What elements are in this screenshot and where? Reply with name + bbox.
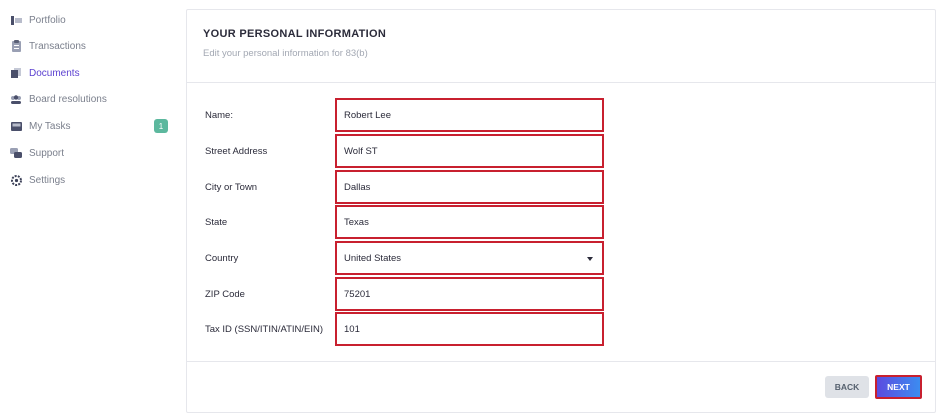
sidebar-item-transactions[interactable]: Transactions	[10, 36, 170, 56]
form-row-name: Name:	[187, 98, 935, 132]
zip-input[interactable]	[335, 277, 604, 311]
form-row-taxid: Tax ID (SSN/ITIN/ATIN/EIN)	[187, 312, 935, 346]
state-input[interactable]	[335, 205, 604, 239]
sidebar: Portfolio Transactions Documents Board r…	[0, 0, 180, 420]
sidebar-item-label: Support	[29, 147, 65, 159]
sidebar-item-board-resolutions[interactable]: Board resolutions	[10, 89, 170, 109]
sidebar-item-label: Board resolutions	[29, 93, 107, 105]
state-label: State	[205, 217, 228, 228]
personal-info-card: YOUR PERSONAL INFORMATION Edit your pers…	[186, 9, 936, 413]
country-selected-value: United States	[344, 252, 402, 264]
sidebar-item-label: Transactions	[29, 40, 86, 52]
city-label: City or Town	[205, 182, 258, 193]
next-button[interactable]: NEXT	[875, 375, 922, 399]
clipboard-icon	[10, 40, 22, 52]
form-row-city: City or Town	[187, 170, 935, 204]
document-icon	[10, 67, 22, 79]
sidebar-item-settings[interactable]: Settings	[10, 170, 170, 190]
sidebar-item-label: Portfolio	[29, 14, 66, 26]
city-input[interactable]	[335, 170, 604, 204]
zip-label: ZIP Code	[205, 289, 245, 300]
inbox-icon	[10, 120, 22, 132]
task-count-badge: 1	[154, 119, 168, 133]
card-subtitle: Edit your personal information for 83(b)	[203, 48, 368, 59]
people-icon	[10, 93, 22, 105]
sidebar-item-label: My Tasks	[29, 120, 71, 132]
card-title: YOUR PERSONAL INFORMATION	[203, 28, 387, 40]
sidebar-item-label: Settings	[29, 174, 66, 186]
portfolio-icon	[10, 14, 22, 26]
card-header: YOUR PERSONAL INFORMATION Edit your pers…	[187, 10, 935, 83]
footer-divider	[187, 361, 935, 362]
form-row-country: Country United States	[187, 241, 935, 275]
caret-down-icon	[587, 257, 593, 261]
form-row-state: State	[187, 205, 935, 239]
country-select[interactable]: United States	[335, 241, 604, 275]
country-label: Country	[205, 253, 239, 264]
street-address-label: Street Address	[205, 146, 268, 157]
gear-icon	[10, 174, 22, 186]
name-input[interactable]	[335, 98, 604, 132]
sidebar-item-documents[interactable]: Documents	[10, 63, 170, 83]
form-row-zip: ZIP Code	[187, 277, 935, 311]
back-button[interactable]: BACK	[825, 376, 869, 398]
sidebar-item-my-tasks[interactable]: My Tasks 1	[10, 116, 170, 136]
tax-id-input[interactable]	[335, 312, 604, 346]
street-address-input[interactable]	[335, 134, 604, 168]
sidebar-item-portfolio[interactable]: Portfolio	[10, 10, 170, 30]
tax-id-label: Tax ID (SSN/ITIN/ATIN/EIN)	[205, 324, 324, 335]
sidebar-item-support[interactable]: Support	[10, 143, 170, 163]
chat-icon	[10, 147, 22, 159]
sidebar-item-label: Documents	[29, 67, 80, 79]
name-label: Name:	[205, 110, 233, 121]
form-row-street: Street Address	[187, 134, 935, 168]
